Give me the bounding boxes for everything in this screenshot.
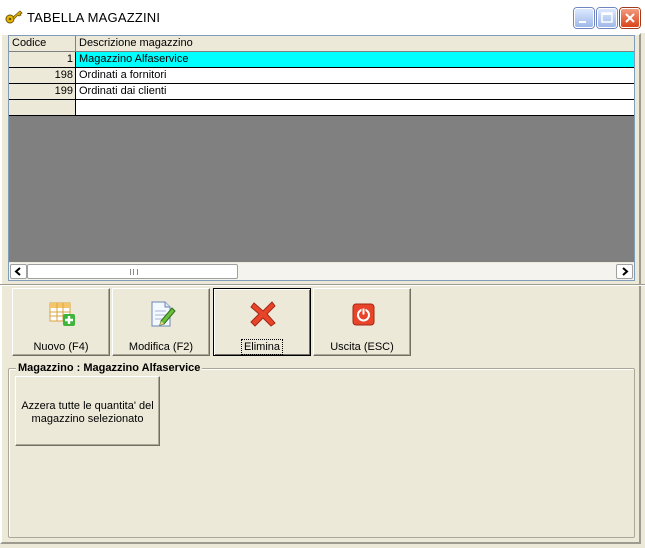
add-table-icon bbox=[49, 302, 75, 326]
title-bar: TABELLA MAGAZZINI bbox=[0, 0, 645, 33]
chevron-left-icon bbox=[14, 267, 21, 276]
horizontal-scrollbar[interactable] bbox=[9, 262, 634, 280]
delete-button-label-wrap: Elimina bbox=[214, 339, 310, 355]
grip-icon bbox=[130, 269, 138, 275]
delete-x-icon bbox=[250, 301, 276, 327]
key-icon bbox=[5, 10, 23, 24]
reset-button-label-line1: Azzera tutte le quantita' del bbox=[21, 400, 154, 412]
reset-button-label-line2: magazzino selezionato bbox=[31, 413, 144, 425]
cell-description[interactable] bbox=[76, 100, 634, 116]
close-button[interactable] bbox=[620, 8, 640, 28]
delete-button[interactable]: Elimina bbox=[213, 288, 311, 356]
close-icon bbox=[625, 13, 635, 23]
column-header-code[interactable]: Codice bbox=[9, 36, 76, 52]
cell-description[interactable]: Ordinati a fornitori bbox=[76, 68, 634, 84]
delete-button-label: Elimina bbox=[240, 339, 284, 355]
separator bbox=[0, 284, 645, 286]
minimize-icon bbox=[579, 21, 586, 23]
main-window: TABELLA MAGAZZINI Codice Descrizione mag… bbox=[0, 0, 645, 548]
power-icon bbox=[352, 303, 375, 326]
edit-button[interactable]: Modifica (F2) bbox=[112, 288, 210, 356]
scroll-right-button[interactable] bbox=[616, 264, 633, 279]
column-header-description[interactable]: Descrizione magazzino bbox=[76, 36, 634, 52]
cell-code[interactable] bbox=[9, 100, 76, 116]
scroll-thumb[interactable] bbox=[27, 264, 238, 279]
exit-button[interactable]: Uscita (ESC) bbox=[313, 288, 411, 356]
scroll-left-button[interactable] bbox=[10, 264, 27, 279]
table-row[interactable]: 199 Ordinati dai clienti bbox=[9, 84, 634, 100]
exit-button-label: Uscita (ESC) bbox=[330, 341, 394, 353]
table-row[interactable]: 1 Magazzino Alfaservice bbox=[9, 52, 634, 68]
table-row-new[interactable] bbox=[9, 100, 634, 116]
chevron-right-icon bbox=[622, 267, 629, 276]
maximize-button[interactable] bbox=[597, 8, 617, 28]
edit-button-label: Modifica (F2) bbox=[128, 341, 194, 353]
cell-code[interactable]: 199 bbox=[9, 84, 76, 100]
cell-description[interactable]: Magazzino Alfaservice bbox=[76, 52, 634, 68]
warehouse-grid[interactable]: Codice Descrizione magazzino 1 Magazzino… bbox=[8, 35, 635, 281]
maximize-icon bbox=[601, 12, 613, 23]
table-row[interactable]: 198 Ordinati a fornitori bbox=[9, 68, 634, 84]
grid-header: Codice Descrizione magazzino bbox=[9, 36, 634, 52]
minimize-button[interactable] bbox=[574, 8, 594, 28]
window-title: TABELLA MAGAZZINI bbox=[27, 10, 161, 25]
cell-description[interactable]: Ordinati dai clienti bbox=[76, 84, 634, 100]
cell-code[interactable]: 1 bbox=[9, 52, 76, 68]
new-button-label: Nuovo (F4) bbox=[33, 341, 89, 353]
new-button[interactable]: Nuovo (F4) bbox=[12, 288, 110, 356]
cell-code[interactable]: 198 bbox=[9, 68, 76, 84]
groupbox-title: Magazzino : Magazzino Alfaservice bbox=[16, 362, 203, 374]
reset-quantities-button[interactable]: Azzera tutte le quantita' del magazzino … bbox=[15, 376, 160, 446]
edit-document-icon bbox=[151, 301, 176, 327]
